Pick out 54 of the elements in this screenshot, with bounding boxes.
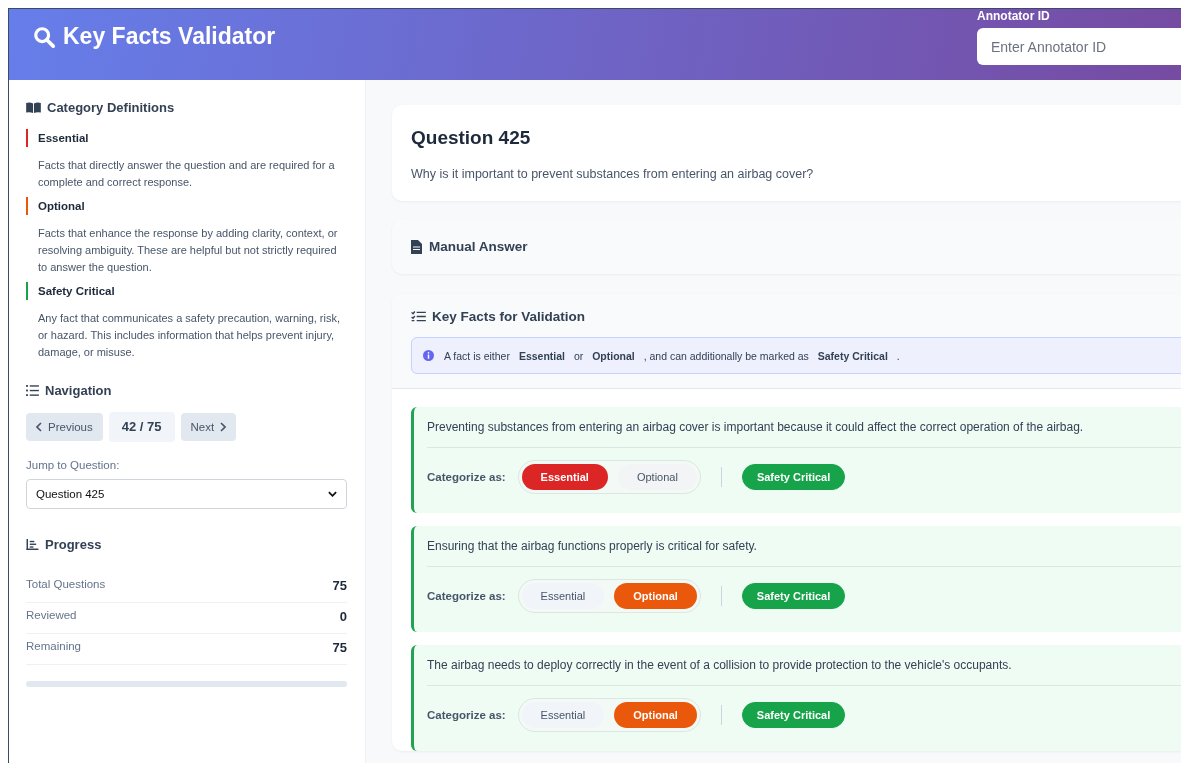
section-heading: Progress: [45, 537, 102, 552]
book-icon: [26, 102, 41, 113]
category-description: Any fact that communicates a safety precaution, warning, risk, or hazard. This includes information that helps prevent injury, damage, or misuse.: [38, 311, 342, 360]
safety-critical-toggle[interactable]: Safety Critical: [741, 464, 846, 490]
category-option[interactable]: Optional: [617, 464, 697, 490]
info-icon: [423, 350, 434, 361]
fact-text: Ensuring that the airbag functions properly is critical for safety.: [427, 539, 1181, 567]
category-option[interactable]: Essential: [521, 583, 605, 609]
stat-label: Reviewed: [26, 609, 77, 623]
dropdown-caret-icon: [328, 491, 337, 497]
category-option[interactable]: Optional: [614, 702, 697, 728]
question-title: Question 425: [411, 127, 532, 149]
section-heading: Navigation: [45, 383, 112, 398]
panel-title: Manual Answer: [429, 239, 528, 254]
category-option[interactable]: Optional: [614, 583, 697, 609]
next-button[interactable]: Next: [180, 413, 237, 441]
categorize-label: Categorize as:: [427, 590, 506, 602]
annotator-input-field[interactable]: Enter Annotator ID: [977, 28, 1181, 65]
stat-label: Total Questions: [26, 578, 106, 592]
categorize-label: Categorize as:: [427, 471, 506, 483]
document-icon: [411, 239, 422, 254]
section-heading: Category Definitions: [47, 100, 175, 115]
question-text: Why is it important to prevent substances from entering an airbag cover?: [411, 167, 815, 181]
fact-text: Preventing substances from entering an airbag cover is important because it could affect the correct operation of the airbag.: [427, 420, 1181, 448]
list-icon: [26, 385, 39, 396]
safety-critical-toggle[interactable]: Safety Critical: [741, 702, 846, 728]
stat-value: 75: [332, 640, 347, 655]
question-dropdown[interactable]: Question 425: [26, 479, 347, 509]
chart-icon: [26, 539, 39, 550]
chevron-left-icon: [36, 422, 42, 432]
panel-title: Key Facts for Validation: [432, 309, 586, 324]
category-description: Facts that directly answer the question and are required for a complete and correct response.: [38, 158, 336, 190]
stat-label: Remaining: [26, 640, 81, 654]
annotator-label: Annotator ID: [977, 9, 1051, 23]
category-name: Essential: [26, 129, 347, 147]
chevron-right-icon: [220, 422, 227, 432]
manual-answer-panel[interactable]: Manual Answer: [392, 219, 1181, 274]
category-description: Facts that enhance the response by adding clarity, context, or resolving ambiguity. These are helpful but not strictly required to answer the question.: [38, 226, 339, 275]
category-name: Optional: [26, 197, 347, 215]
checklist-icon: [411, 311, 426, 322]
previous-button[interactable]: Previous: [26, 413, 103, 441]
stat-value: 75: [332, 578, 347, 593]
category-option[interactable]: Essential: [521, 464, 608, 490]
app-title: Key Facts Validator: [63, 23, 276, 50]
search-icon: [33, 25, 55, 48]
stat-value: 0: [339, 609, 347, 624]
fact-text: The airbag needs to deploy correctly in the event of a collision to provide protection to the vehicle's occupants.: [427, 658, 1181, 686]
category-name: Safety Critical: [26, 282, 347, 300]
jump-label: Jump to Question:: [26, 459, 121, 471]
safety-critical-toggle[interactable]: Safety Critical: [741, 583, 846, 609]
question-counter: 42 / 75: [108, 412, 175, 442]
category-option[interactable]: Essential: [521, 702, 605, 728]
info-text: A fact is either Essential or Optional , and can additionally be marked as Safety Critical .: [444, 349, 900, 362]
categorize-label: Categorize as:: [427, 709, 506, 721]
